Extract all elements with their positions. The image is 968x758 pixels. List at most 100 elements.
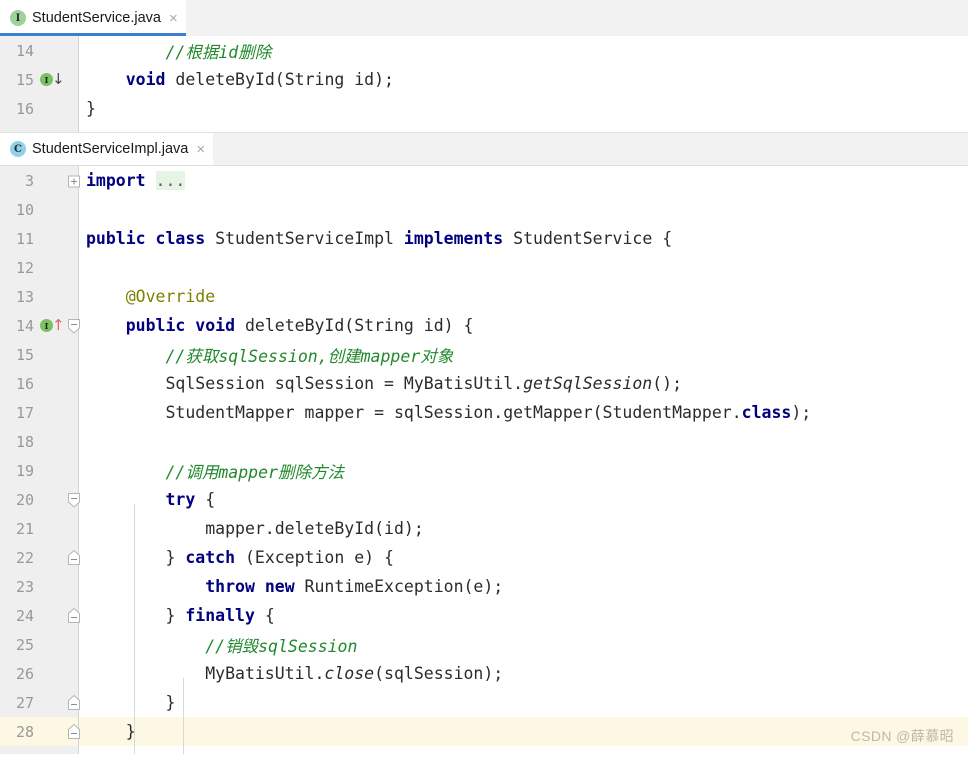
code-line[interactable]: 16 SqlSession sqlSession = MyBatisUtil. g… [0, 369, 968, 398]
code-token: } [86, 548, 186, 567]
gutter-cell[interactable]: 25 [0, 630, 79, 659]
close-icon[interactable]: × [194, 142, 205, 157]
code-text[interactable]: @Override [79, 282, 968, 311]
gutter-cell[interactable]: 24 [0, 601, 80, 630]
code-text[interactable]: SqlSession sqlSession = MyBatisUtil. getS… [79, 369, 968, 398]
line-number: 27 [15, 693, 34, 712]
code-line[interactable]: 14 //根据id删除 [0, 36, 968, 65]
code-line[interactable]: 28 } [0, 717, 968, 746]
gutter-cell[interactable]: 16 [0, 94, 79, 123]
code-text[interactable]: } [79, 94, 968, 123]
gutter-cell[interactable]: 18 [0, 427, 79, 456]
code-line[interactable]: 11 public class StudentServiceImpl implem… [0, 224, 968, 253]
code-text[interactable]: public class StudentServiceImpl implemen… [79, 224, 968, 253]
code-token: (Exception e) { [235, 548, 394, 567]
class-icon: C [10, 141, 26, 157]
code-line[interactable]: 3 import ... [0, 166, 968, 195]
code-line[interactable]: 21 mapper.deleteById(id); [0, 514, 968, 543]
gutter-cell[interactable]: 17 [0, 398, 79, 427]
code-text[interactable]: StudentMapper mapper = sqlSession.getMap… [79, 398, 968, 427]
code-rows-upper[interactable]: 14 //根据id删除 15 I ↓ void deleteById(String i… [0, 36, 968, 123]
tab-student-service-impl[interactable]: C StudentServiceImpl.java × [0, 133, 214, 165]
gutter-cell[interactable]: 3 [0, 166, 80, 195]
gutter-cell[interactable]: 19 [0, 456, 79, 485]
tab-label: StudentService.java [32, 10, 161, 26]
code-text[interactable] [79, 195, 968, 224]
code-text[interactable]: public void deleteById(String id) { [79, 311, 968, 340]
gutter-cell[interactable]: 14 [0, 36, 79, 65]
gutter-cell[interactable]: 23 [0, 572, 79, 601]
gutter-cell[interactable]: 15 [0, 340, 79, 369]
code-line[interactable]: 10 [0, 195, 968, 224]
line-number: 21 [15, 519, 34, 538]
gutter-cell[interactable]: 22 [0, 543, 80, 572]
code-line[interactable]: 23 throw new RuntimeException(e); [0, 572, 968, 601]
line-number: 10 [15, 200, 34, 219]
code-line[interactable]: 27 } [0, 688, 968, 717]
editor-student-service[interactable]: 14 //根据id删除 15 I ↓ void deleteById(String i… [0, 36, 968, 132]
code-text[interactable]: void deleteById(String id); [79, 65, 968, 94]
gutter-cell[interactable]: 16 [0, 369, 79, 398]
gutter-cell[interactable]: 28 [0, 717, 80, 746]
code-line[interactable]: 14 I ↑ public void deleteById(String id) { [0, 311, 968, 340]
code-token: close [324, 664, 375, 683]
code-line[interactable]: 13 @Override [0, 282, 968, 311]
tab-strip-lower[interactable]: C StudentServiceImpl.java × [0, 132, 968, 166]
code-token: finally [185, 606, 255, 625]
gutter-cell[interactable]: 12 [0, 253, 79, 282]
gutter-cell[interactable]: 13 [0, 282, 79, 311]
code-text[interactable] [79, 427, 968, 456]
code-text[interactable]: //获取sqlSession,创建mapper对象 [79, 340, 968, 369]
close-icon[interactable]: × [167, 11, 178, 26]
code-line[interactable]: 12 [0, 253, 968, 282]
code-line[interactable]: 19 //调用mapper删除方法 [0, 456, 968, 485]
code-text[interactable] [79, 253, 968, 282]
code-text[interactable]: } finally { [79, 601, 968, 630]
code-line[interactable]: 26 MyBatisUtil. close (sqlSession); [0, 659, 968, 688]
gutter-cell[interactable]: 10 [0, 195, 79, 224]
gutter-cell[interactable]: 27 [0, 688, 80, 717]
code-text[interactable]: } [79, 688, 968, 717]
code-line[interactable]: 16} [0, 94, 968, 123]
code-text[interactable]: try { [79, 485, 968, 514]
code-text[interactable]: mapper.deleteById(id); [79, 514, 968, 543]
code-line[interactable]: 18 [0, 427, 968, 456]
editor-student-service-impl[interactable]: 3 import ... 10 11 public class StudentServi… [0, 166, 968, 754]
line-number: 28 [15, 722, 34, 741]
tab-label: StudentServiceImpl.java [32, 141, 189, 157]
code-text[interactable]: } [79, 717, 968, 746]
tab-strip-upper[interactable]: I StudentService.java × [0, 0, 968, 36]
code-token: { [195, 490, 216, 509]
implemented-method-marker[interactable]: I ↓ [40, 72, 65, 88]
gutter-cell[interactable]: 20 [0, 485, 80, 514]
tab-student-service[interactable]: I StudentService.java × [0, 0, 186, 36]
code-text[interactable]: //根据id删除 [79, 36, 968, 65]
gutter-cell[interactable]: 26 [0, 659, 79, 688]
code-text[interactable]: import ... [79, 166, 968, 195]
code-line[interactable]: 24 } finally { [0, 601, 968, 630]
code-line[interactable]: 20 try { [0, 485, 968, 514]
gutter-cell[interactable]: 15 I ↓ [0, 65, 79, 94]
code-line[interactable]: 17 StudentMapper mapper = sqlSession.get… [0, 398, 968, 427]
line-number: 15 [15, 70, 34, 89]
code-line[interactable]: 15 I ↓ void deleteById(String id); [0, 65, 968, 94]
gutter-cell[interactable]: 21 [0, 514, 79, 543]
code-text[interactable]: //销毁sqlSession [79, 630, 968, 659]
code-line[interactable]: 25 //销毁sqlSession [0, 630, 968, 659]
code-text[interactable]: //调用mapper删除方法 [79, 456, 968, 485]
code-line[interactable]: 22 } catch (Exception e) { [0, 543, 968, 572]
code-text[interactable]: MyBatisUtil. close (sqlSession); [79, 659, 968, 688]
gutter-cell[interactable]: 11 [0, 224, 79, 253]
code-line[interactable]: 15 //获取sqlSession,创建mapper对象 [0, 340, 968, 369]
code-text[interactable]: } catch (Exception e) { [79, 543, 968, 572]
overriding-method-marker[interactable]: I ↑ [40, 318, 65, 334]
code-rows-lower[interactable]: 3 import ... 10 11 public class StudentServi… [0, 166, 968, 746]
code-text[interactable]: throw new RuntimeException(e); [79, 572, 968, 601]
gutter-cell[interactable]: 14 I ↑ [0, 311, 80, 340]
line-number: 17 [15, 403, 34, 422]
